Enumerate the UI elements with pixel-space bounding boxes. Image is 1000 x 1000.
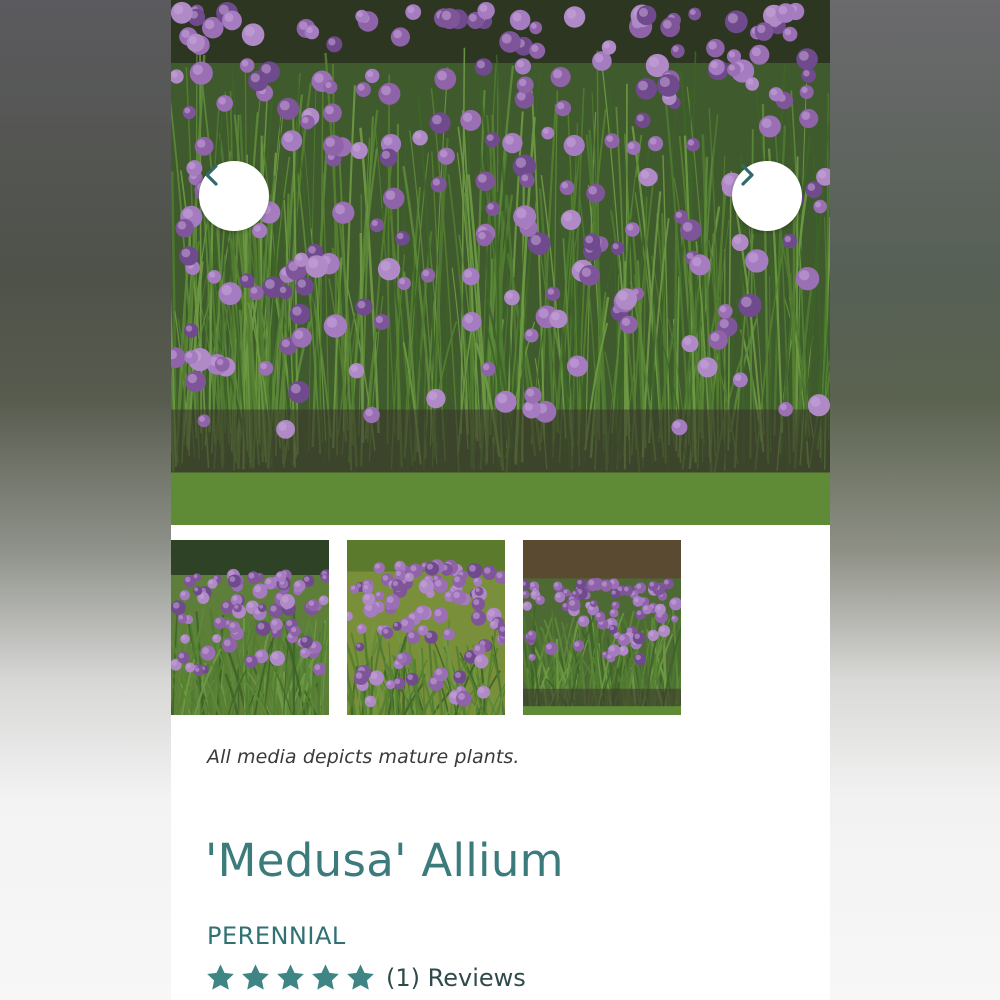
prev-image-button[interactable] bbox=[199, 161, 269, 231]
thumbnail-3[interactable] bbox=[523, 540, 681, 715]
thumbnail-photo bbox=[523, 540, 681, 715]
star-icon bbox=[312, 964, 339, 990]
background-blur-right bbox=[830, 0, 1000, 1000]
star-rating bbox=[205, 962, 376, 993]
product-title: 'Medusa' Allium bbox=[205, 834, 564, 887]
product-page: All media depicts mature plants. 'Medusa… bbox=[171, 0, 830, 1000]
hero-image bbox=[171, 0, 830, 525]
star-icon bbox=[347, 964, 374, 990]
media-disclaimer: All media depicts mature plants. bbox=[207, 746, 520, 768]
hero-photo-illustration bbox=[171, 0, 830, 525]
star-icon bbox=[242, 964, 269, 990]
product-category: PERENNIAL bbox=[207, 922, 346, 950]
product-rating: (1) Reviews bbox=[205, 962, 526, 993]
thumbnail-photo bbox=[347, 540, 505, 715]
thumbnail-1[interactable] bbox=[171, 540, 329, 715]
chevron-left-icon bbox=[205, 164, 218, 186]
background-blur-left bbox=[0, 0, 171, 1000]
thumbnail-photo bbox=[171, 540, 329, 715]
thumbnail-2[interactable] bbox=[347, 540, 505, 715]
star-icon bbox=[277, 964, 304, 990]
reviews-link[interactable]: (1) Reviews bbox=[386, 964, 526, 992]
next-image-button[interactable] bbox=[732, 161, 802, 231]
chevron-right-icon bbox=[741, 164, 754, 186]
star-icon bbox=[207, 964, 234, 990]
